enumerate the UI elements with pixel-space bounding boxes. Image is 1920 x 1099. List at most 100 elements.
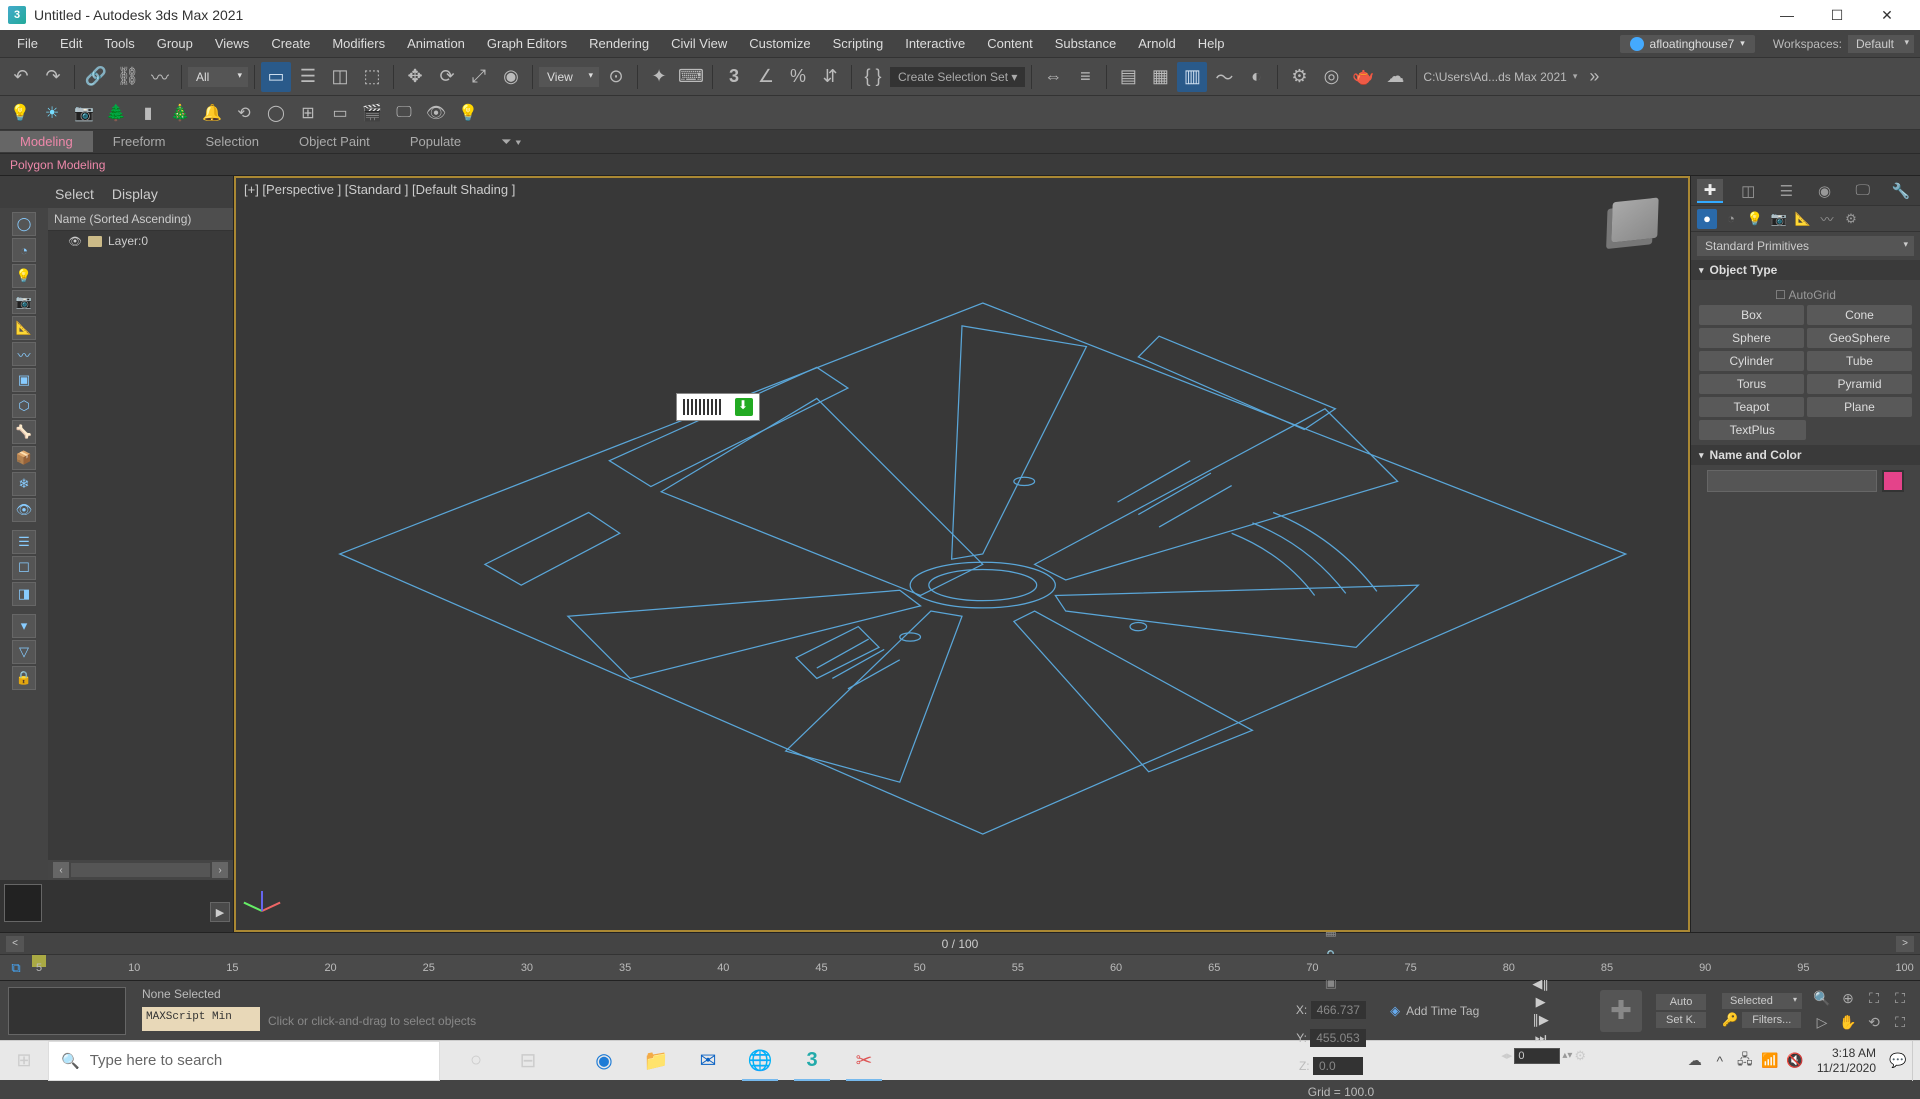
filter-bone-icon[interactable]: 🦴 [12, 420, 36, 444]
motion-tab-icon[interactable]: ◉ [1812, 179, 1838, 203]
hierarchy-tab-icon[interactable]: ☰ [1773, 179, 1799, 203]
time-end-button[interactable]: > [1896, 936, 1914, 952]
cortana-icon[interactable]: ○ [452, 1041, 500, 1081]
textplus-button[interactable]: TextPlus [1699, 420, 1806, 440]
teapot-button[interactable]: Teapot [1699, 397, 1804, 417]
add-time-tag[interactable]: Add Time Tag [1406, 1004, 1479, 1018]
rectangle-region-button[interactable]: ◫ [325, 62, 355, 92]
primitive-category-dropdown[interactable]: Standard Primitives [1697, 236, 1914, 256]
object-color-swatch[interactable] [1882, 470, 1904, 492]
project-path[interactable]: C:\Users\Ad...ds Max 2021 [1423, 70, 1566, 84]
book-icon[interactable]: ▮ [134, 99, 162, 127]
menu-interactive[interactable]: Interactive [894, 32, 976, 55]
ribbon-tab-modeling[interactable]: Modeling [0, 131, 93, 152]
toggle-ribbon-button[interactable]: ▦ [1145, 62, 1175, 92]
tray-volume-icon[interactable]: 🔇 [1784, 1041, 1806, 1081]
tray-onedrive-icon[interactable]: ☁ [1684, 1041, 1706, 1081]
setkey-button[interactable]: Set K. [1656, 1012, 1706, 1028]
select-by-name-button[interactable]: ☰ [293, 62, 323, 92]
zoom-extents-icon[interactable]: ⛶ [1862, 988, 1886, 1010]
zoom-all-icon[interactable]: ⊕ [1836, 988, 1860, 1010]
placement-button[interactable]: ◉ [496, 62, 526, 92]
zoom-extents-all-icon[interactable]: ⛶ [1888, 988, 1912, 1010]
layer-explorer-button[interactable]: ▤ [1113, 62, 1143, 92]
timeline-config-icon[interactable]: ⧉ [0, 955, 32, 980]
menu-modifiers[interactable]: Modifiers [321, 32, 396, 55]
object-name-input[interactable] [1707, 470, 1877, 492]
eye2-icon[interactable]: 👁 [422, 99, 450, 127]
snap-toggle-button[interactable]: 3 [719, 62, 749, 92]
scene-thumbnail[interactable] [4, 884, 42, 922]
tray-notifications-icon[interactable]: 💬 [1887, 1041, 1909, 1081]
scene-layer-0[interactable]: 👁 Layer:0 [48, 231, 233, 251]
filter-hidden-icon[interactable]: 👁 [12, 498, 36, 522]
menu-file[interactable]: File [6, 32, 49, 55]
sphere2-icon[interactable]: ◯ [262, 99, 290, 127]
taskbar-search[interactable]: 🔍 Type here to search [48, 1041, 440, 1081]
selection-filter-dropdown[interactable]: All [188, 67, 248, 87]
tray-wifi-icon[interactable]: 📶 [1759, 1041, 1781, 1081]
autogrid-checkbox[interactable]: ☐ AutoGrid [1699, 285, 1912, 305]
visibility-icon[interactable]: 👁 [68, 235, 82, 248]
geosphere-button[interactable]: GeoSphere [1807, 328, 1912, 348]
torus-button[interactable]: Torus [1699, 374, 1804, 394]
trees-icon[interactable]: 🌲 [102, 99, 130, 127]
filter-lights-icon[interactable]: 💡 [12, 264, 36, 288]
filter-none-icon[interactable]: ☐ [12, 556, 36, 580]
next-frame-button[interactable]: ∥▶ [1529, 1012, 1553, 1028]
snip-icon[interactable]: ✂ [840, 1041, 888, 1081]
manipulate-button[interactable]: ✦ [644, 62, 674, 92]
render-setup-button[interactable]: ⚙ [1284, 62, 1314, 92]
scroll-left-icon[interactable]: ‹ [53, 862, 69, 878]
display-icon[interactable]: ▭ [326, 99, 354, 127]
show-desktop-button[interactable] [1912, 1041, 1918, 1081]
ref-coord-dropdown[interactable]: View [539, 67, 599, 87]
ribbon-tab-selection[interactable]: Selection [186, 131, 279, 152]
filter-invert-icon[interactable]: ◨ [12, 582, 36, 606]
pivot-center-button[interactable]: ⊙ [601, 62, 631, 92]
create-tab-icon[interactable]: ✚ [1697, 179, 1723, 203]
menu-arnold[interactable]: Arnold [1127, 32, 1187, 55]
ribbon-panel-label[interactable]: Polygon Modeling [10, 158, 105, 172]
tray-network-icon[interactable]: 🖧 [1734, 1041, 1756, 1081]
ribbon-tab-freeform[interactable]: Freeform [93, 131, 186, 152]
tree2-icon[interactable]: 🎄 [166, 99, 194, 127]
selection-set-input[interactable]: Create Selection Set ▾ [890, 67, 1025, 87]
angle-snap-button[interactable]: ∠ [751, 62, 781, 92]
menu-substance[interactable]: Substance [1044, 32, 1127, 55]
set-key-large-button[interactable]: ✚ [1600, 990, 1642, 1032]
scene-tab-select[interactable]: Select [55, 186, 94, 202]
helpers-category-icon[interactable]: 📐 [1793, 209, 1813, 229]
scene-list-header[interactable]: Name (Sorted Ascending) [48, 208, 233, 231]
tray-clock[interactable]: 3:18 AM 11/21/2020 [1809, 1046, 1884, 1075]
grid-icon[interactable]: ⊞ [294, 99, 322, 127]
viewport-expand-button[interactable]: ▶ [210, 902, 230, 922]
render-preview-thumb[interactable] [8, 987, 126, 1035]
menu-content[interactable]: Content [976, 32, 1044, 55]
window-crossing-button[interactable]: ⬚ [357, 62, 387, 92]
rotate-button[interactable]: ⟳ [432, 62, 462, 92]
scene-scrollbar[interactable]: ‹ › [48, 860, 233, 880]
modify-tab-icon[interactable]: ◫ [1735, 179, 1761, 203]
sphere-button[interactable]: Sphere [1699, 328, 1804, 348]
toolbar-overflow-button[interactable]: » [1579, 62, 1609, 92]
align-button[interactable]: ≡ [1070, 62, 1100, 92]
spacewarps-category-icon[interactable]: 〰 [1817, 209, 1837, 229]
filter-sort-icon[interactable]: ▾ [12, 614, 36, 638]
menu-scripting[interactable]: Scripting [822, 32, 895, 55]
edge-icon[interactable]: ◉ [580, 1041, 628, 1081]
start-button[interactable]: ⊞ [0, 1041, 48, 1081]
link-button[interactable]: 🔗 [81, 62, 111, 92]
viewport-perspective[interactable]: ▶ [+] [Perspective ] [Standard ] [Defaul… [234, 176, 1690, 932]
keyfilters-icon[interactable]: 🔑 [1722, 1012, 1738, 1028]
light-icon[interactable]: 💡 [6, 99, 34, 127]
taskview-icon[interactable]: ⊟ [504, 1041, 552, 1081]
tray-overflow-icon[interactable]: ^ [1709, 1041, 1731, 1081]
menu-customize[interactable]: Customize [738, 32, 821, 55]
rollout-object-type[interactable]: Object Type [1691, 260, 1920, 280]
3dsmax-task-icon[interactable]: 3 [788, 1041, 836, 1081]
pan-icon[interactable]: ✋ [1836, 1012, 1860, 1034]
bulb2-icon[interactable]: 💡 [454, 99, 482, 127]
render-button[interactable]: 🫖 [1348, 62, 1378, 92]
spinner-snap-button[interactable]: ⇵ [815, 62, 845, 92]
